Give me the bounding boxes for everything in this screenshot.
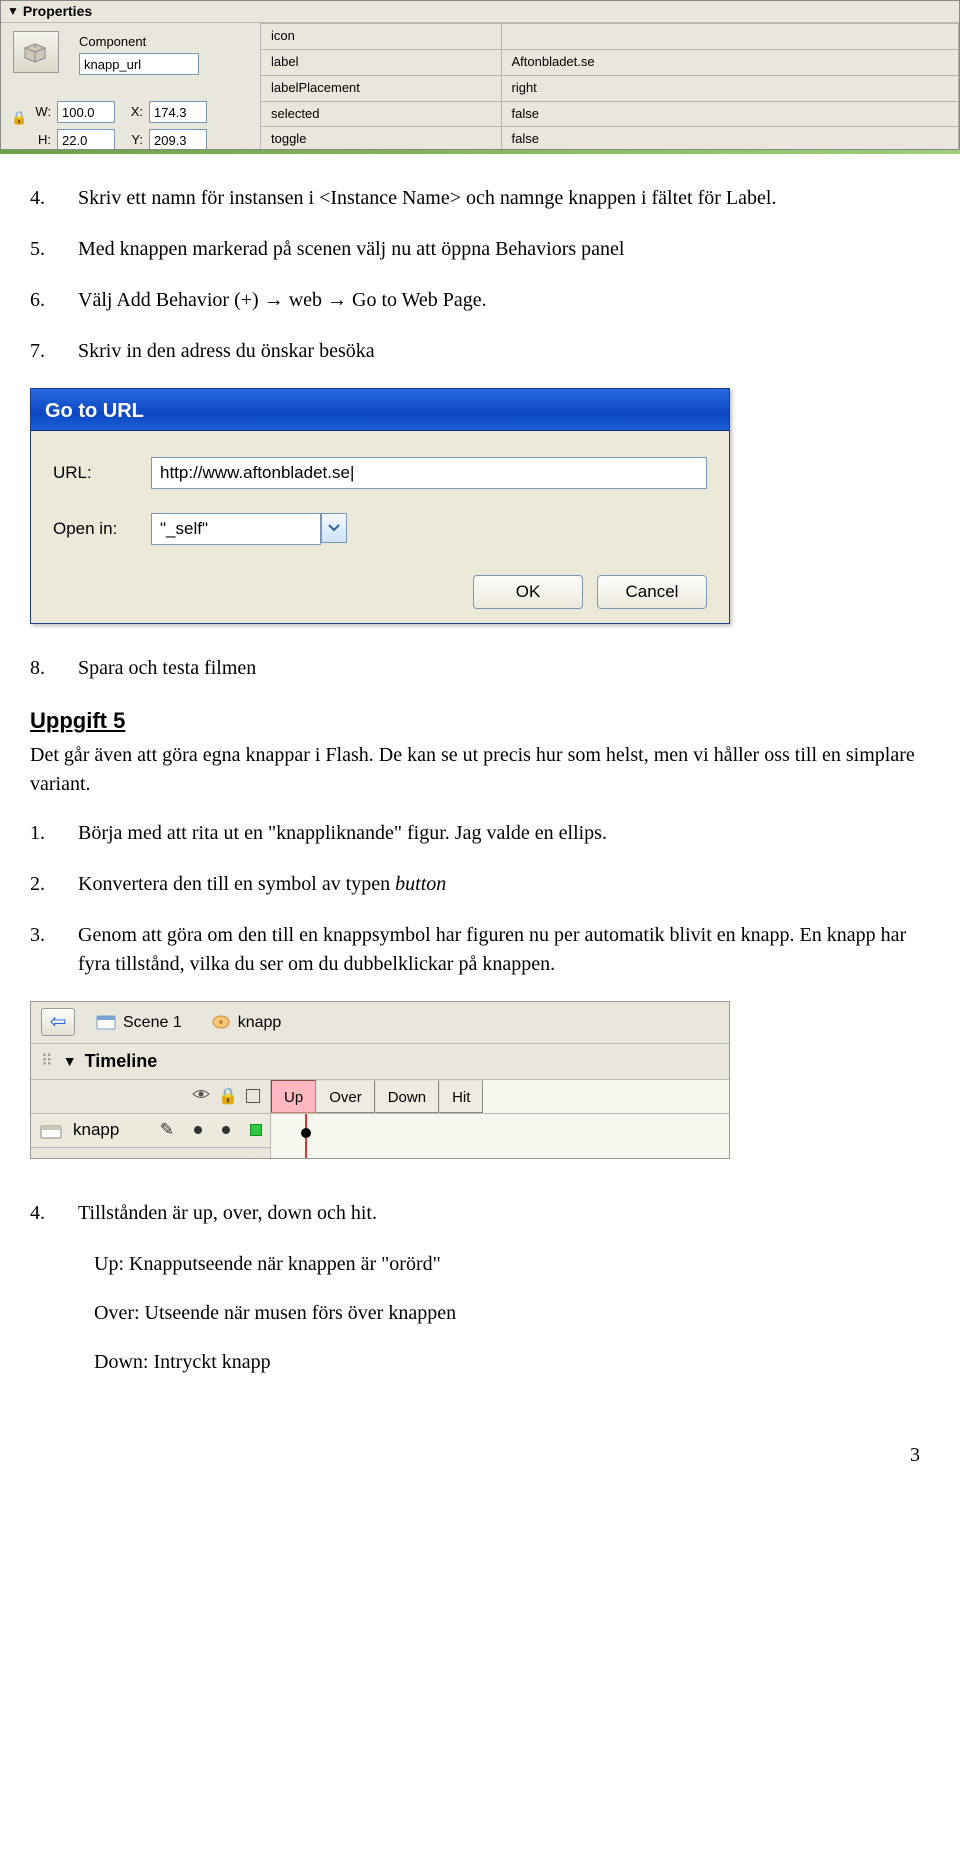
layer-icon bbox=[39, 1120, 63, 1140]
table-row: labelPlacementright bbox=[261, 75, 959, 101]
x-label: X: bbox=[121, 103, 143, 122]
state-desc-over: Over: Utseende när musen förs över knapp… bbox=[94, 1299, 930, 1328]
timeline-panel: ⇦ Scene 1 knapp ⠿ ▼ Timeline bbox=[30, 1001, 730, 1159]
scene-crumb[interactable]: Scene 1 bbox=[87, 1007, 190, 1038]
arrow-right-icon: → bbox=[264, 289, 284, 311]
properties-panel: ▼ Properties Component 🔒 W: X: H: Y bbox=[0, 0, 960, 150]
cancel-button[interactable]: Cancel bbox=[597, 575, 707, 609]
back-button[interactable]: ⇦ bbox=[41, 1008, 75, 1036]
lock-icon[interactable]: 🔒 bbox=[218, 1085, 238, 1108]
collapse-arrow-icon[interactable]: ▼ bbox=[63, 1051, 77, 1071]
width-label: W: bbox=[29, 103, 51, 122]
page-number: 3 bbox=[0, 1441, 960, 1470]
keyframe-icon[interactable] bbox=[301, 1128, 311, 1138]
table-row: togglefalse bbox=[261, 127, 959, 150]
state-desc-down: Down: Intryckt knapp bbox=[94, 1348, 930, 1377]
state-desc-up: Up: Knapputseende när knappen är "orörd" bbox=[94, 1250, 930, 1279]
collapse-arrow-icon[interactable]: ▼ bbox=[7, 3, 19, 20]
ok-button[interactable]: OK bbox=[473, 575, 583, 609]
list-item: 8.Spara och testa filmen bbox=[30, 654, 930, 683]
properties-titlebar: ▼ Properties bbox=[1, 1, 959, 23]
list-item: 6. Välj Add Behavior (+) → web → Go to W… bbox=[30, 286, 930, 315]
go-to-url-dialog: Go to URL URL: Open in: OK Cancel bbox=[30, 388, 730, 624]
height-input[interactable] bbox=[57, 129, 115, 150]
instance-name-input[interactable] bbox=[79, 53, 199, 75]
state-hit[interactable]: Hit bbox=[439, 1080, 483, 1113]
outline-icon[interactable] bbox=[246, 1089, 260, 1103]
paragraph: Det går även att göra egna knappar i Fla… bbox=[30, 741, 930, 799]
layer-row[interactable]: knapp ✎ bbox=[31, 1114, 270, 1148]
state-over[interactable]: Over bbox=[316, 1080, 375, 1113]
width-input[interactable] bbox=[57, 101, 115, 123]
parameters-table: icon labelAftonbladet.se labelPlacementr… bbox=[261, 23, 959, 150]
dialog-title: Go to URL bbox=[31, 389, 729, 431]
url-label: URL: bbox=[53, 461, 133, 486]
heading-uppgift: Uppgift 5 bbox=[30, 705, 930, 737]
table-row: selectedfalse bbox=[261, 101, 959, 127]
open-in-select[interactable] bbox=[151, 513, 321, 545]
lock-dot[interactable] bbox=[222, 1126, 230, 1134]
open-in-label: Open in: bbox=[53, 517, 133, 542]
arrow-right-icon: → bbox=[327, 289, 347, 311]
chevron-down-icon[interactable] bbox=[321, 513, 347, 543]
symbol-crumb[interactable]: knapp bbox=[202, 1007, 290, 1038]
button-symbol-icon bbox=[210, 1012, 232, 1032]
lock-icon[interactable]: 🔒 bbox=[11, 105, 27, 131]
list-item: 5.Med knappen markerad på scenen välj nu… bbox=[30, 235, 930, 264]
visibility-dot[interactable] bbox=[194, 1126, 202, 1134]
y-input[interactable] bbox=[149, 129, 207, 150]
eye-icon[interactable] bbox=[192, 1085, 210, 1108]
list-item: 4.Tillstånden är up, over, down och hit. bbox=[30, 1199, 930, 1228]
panel-title: Properties bbox=[23, 1, 92, 21]
state-up[interactable]: Up bbox=[271, 1080, 316, 1113]
separator bbox=[0, 150, 960, 154]
edit-bar: ⇦ Scene 1 knapp bbox=[31, 1002, 729, 1044]
list-item: 2. Konvertera den till en symbol av type… bbox=[30, 870, 930, 899]
table-row: icon bbox=[261, 24, 959, 50]
component-icon bbox=[13, 31, 59, 73]
list-item: 7.Skriv in den adress du önskar besöka bbox=[30, 337, 930, 366]
list-item: 3.Genom att göra om den till en knappsym… bbox=[30, 921, 930, 979]
pencil-icon: ✎ bbox=[160, 1118, 174, 1143]
x-input[interactable] bbox=[149, 101, 207, 123]
frame-states-header: Up Over Down Hit bbox=[271, 1080, 729, 1114]
list-item: 1.Börja med att rita ut en "knappliknand… bbox=[30, 819, 930, 848]
component-type-label: Component bbox=[79, 33, 146, 52]
table-row: labelAftonbladet.se bbox=[261, 49, 959, 75]
height-label: H: bbox=[29, 131, 51, 150]
state-down[interactable]: Down bbox=[375, 1080, 439, 1113]
timeline-header[interactable]: ⠿ ▼ Timeline bbox=[31, 1044, 729, 1080]
scene-icon bbox=[95, 1012, 117, 1032]
y-label: Y: bbox=[121, 131, 143, 150]
frames-area[interactable] bbox=[271, 1114, 729, 1158]
list-item: 4.Skriv ett namn för instansen i <Instan… bbox=[30, 184, 930, 213]
outline-color-swatch[interactable] bbox=[250, 1124, 262, 1136]
grip-icon: ⠿ bbox=[41, 1050, 55, 1073]
url-input[interactable] bbox=[151, 457, 707, 489]
